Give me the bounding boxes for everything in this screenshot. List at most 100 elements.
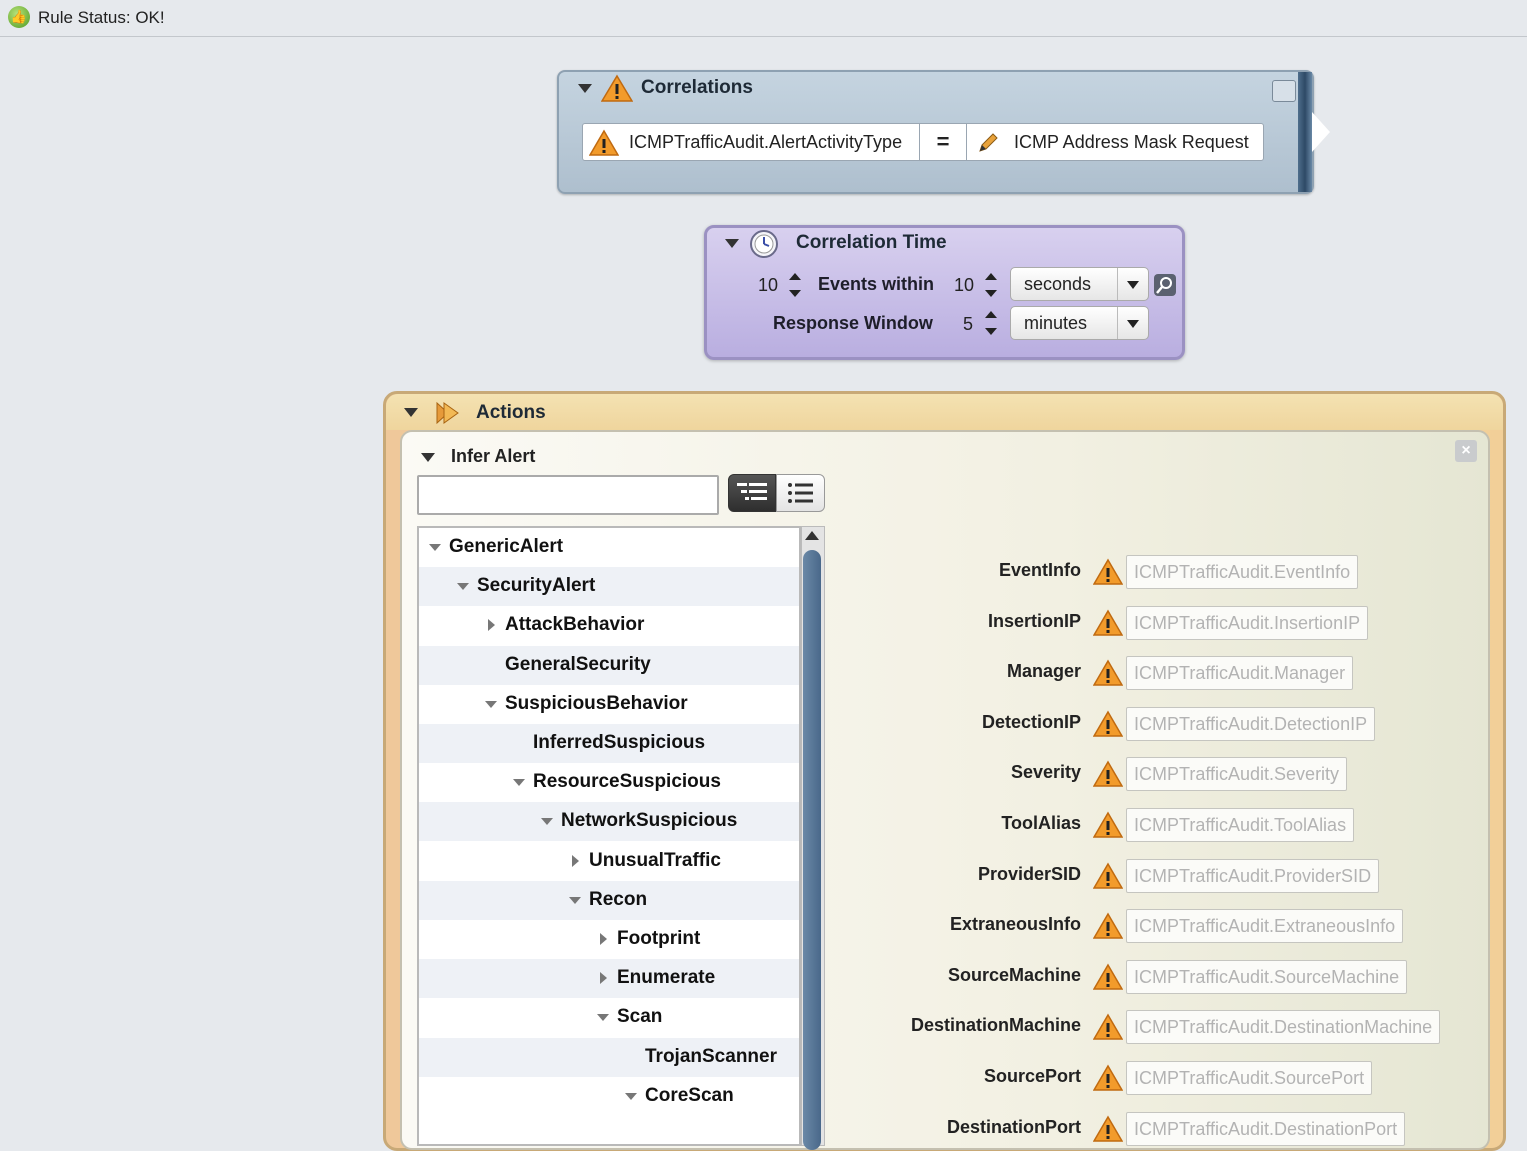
events-within-label: Events within <box>818 274 935 294</box>
warning-icon <box>1093 963 1123 990</box>
tree-node[interactable]: GenericAlert <box>419 528 799 567</box>
tree-node[interactable]: SuspiciousBehavior <box>419 685 799 724</box>
tree-node[interactable]: CoreScan <box>419 1077 799 1116</box>
chevron-down-icon[interactable] <box>485 700 497 708</box>
within-unit-select[interactable]: seconds <box>1010 267 1149 301</box>
events-count[interactable]: 10 <box>758 275 778 296</box>
field-value-input[interactable]: ICMPTrafficAudit.ProviderSID <box>1126 858 1380 893</box>
tree-node[interactable]: SecurityAlert <box>419 567 799 607</box>
field-value-input[interactable]: ICMPTrafficAudit.ExtraneousInfo <box>1126 909 1404 944</box>
chevron-down-icon[interactable] <box>457 583 469 591</box>
tree-node-label: GeneralSecurity <box>505 653 651 675</box>
divider <box>966 124 967 160</box>
tree-node-label: AttackBehavior <box>505 614 645 636</box>
warning-icon <box>1093 912 1123 939</box>
field-value-input[interactable]: ICMPTrafficAudit.SourcePort <box>1126 1061 1373 1095</box>
tree-node-label: TrojanScanner <box>645 1045 777 1067</box>
tree-node[interactable]: ResourceSuspicious <box>419 763 799 802</box>
tree-node[interactable]: NetworkSuspicious <box>419 802 799 842</box>
response-unit-select[interactable]: minutes <box>1010 306 1149 340</box>
tree-node[interactable]: Scan <box>419 998 799 1037</box>
chevron-down-icon[interactable] <box>1117 307 1148 339</box>
operator-button[interactable]: = <box>920 124 966 160</box>
tree-node[interactable]: Recon <box>419 880 799 920</box>
field-value-input[interactable]: ICMPTrafficAudit.ToolAlias <box>1126 808 1355 842</box>
response-value-stepper[interactable] <box>985 311 997 335</box>
tree-view-button[interactable] <box>728 474 776 512</box>
chevron-right-icon[interactable] <box>572 854 579 867</box>
tree-node-label: GenericAlert <box>449 536 564 557</box>
field-value-input[interactable]: ICMPTrafficAudit.EventInfo <box>1126 555 1359 589</box>
field-value-input[interactable]: ICMPTrafficAudit.Manager <box>1126 656 1354 691</box>
tree-node-label: Enumerate <box>617 967 716 989</box>
close-icon[interactable]: × <box>1455 440 1477 462</box>
field-value-input[interactable]: ICMPTrafficAudit.DestinationMachine <box>1126 1010 1441 1045</box>
field-value-input[interactable]: ICMPTrafficAudit.DetectionIP <box>1126 706 1376 741</box>
field-label: DestinationPort <box>946 1116 1081 1137</box>
correlation-expression[interactable]: ICMPTrafficAudit.AlertActivityType = ICM… <box>582 123 1264 161</box>
events-count-stepper[interactable] <box>789 273 801 297</box>
field-value-input[interactable]: ICMPTrafficAudit.SourceMachine <box>1126 959 1408 994</box>
actions-title: Actions <box>476 402 546 423</box>
scroll-up-icon[interactable] <box>805 531 819 540</box>
tree-node[interactable]: GeneralSecurity <box>419 645 799 685</box>
warning-icon <box>1093 862 1123 889</box>
tree-node[interactable]: Footprint <box>419 920 799 959</box>
expand-window-icon[interactable] <box>1272 80 1296 102</box>
field-value-input[interactable]: ICMPTrafficAudit.DestinationPort <box>1126 1111 1406 1146</box>
left-operand[interactable]: ICMPTrafficAudit.AlertActivityType <box>629 124 902 160</box>
chevron-down-icon[interactable] <box>625 1092 637 1100</box>
response-window-label: Response Window <box>773 313 933 333</box>
chevron-down-icon[interactable] <box>1117 268 1148 300</box>
tree-node[interactable]: AttackBehavior <box>419 606 799 645</box>
collapse-actions-icon[interactable] <box>404 408 418 417</box>
chevron-right-icon[interactable] <box>600 933 607 945</box>
within-value[interactable]: 10 <box>954 275 974 296</box>
tree-node[interactable]: Enumerate <box>419 959 799 999</box>
warning-icon <box>1093 710 1123 737</box>
tree-node-label: Scan <box>617 1006 663 1028</box>
field-label: EventInfo <box>998 560 1081 580</box>
chevron-right-icon[interactable] <box>488 619 495 632</box>
tree-node[interactable]: TrojanScanner <box>419 1037 799 1077</box>
field-label: DestinationMachine <box>910 1015 1081 1036</box>
thumbs-up-icon: 👍 <box>8 6 30 28</box>
field-label: SourcePort <box>983 1066 1081 1086</box>
within-value-stepper[interactable] <box>985 273 997 297</box>
collapse-time-icon[interactable] <box>725 239 739 248</box>
tree-node-label: InferredSuspicious <box>533 732 706 753</box>
collapse-correlations-icon[interactable] <box>578 84 592 93</box>
field-label: Manager <box>1006 661 1081 682</box>
list-view-button[interactable] <box>776 474 825 512</box>
warning-icon <box>1093 1013 1123 1041</box>
field-label: Severity <box>1010 762 1081 783</box>
tree-node[interactable]: UnusualTraffic <box>419 842 799 881</box>
warning-icon <box>1093 1064 1123 1091</box>
chevron-down-icon[interactable] <box>513 779 525 787</box>
tree-node-label: Footprint <box>617 928 701 949</box>
response-value[interactable]: 5 <box>963 314 973 335</box>
field-label: SourceMachine <box>947 964 1081 985</box>
chevron-down-icon[interactable] <box>569 896 581 904</box>
settings-gear-icon[interactable] <box>1153 273 1177 297</box>
pencil-icon <box>979 133 998 152</box>
tree-node[interactable]: InferredSuspicious <box>419 724 799 763</box>
tree-node-label: Recon <box>589 888 648 910</box>
collapse-infer-alert-icon[interactable] <box>421 453 435 462</box>
field-value-input[interactable]: ICMPTrafficAudit.InsertionIP <box>1126 605 1369 640</box>
chevron-down-icon[interactable] <box>541 818 553 826</box>
chevron-down-icon[interactable] <box>429 544 441 551</box>
connector-arrow-icon <box>1312 112 1330 152</box>
chevron-down-icon[interactable] <box>597 1014 609 1022</box>
alert-type-tree: GenericAlert SecurityAlert AttackBehavior G… <box>417 526 801 1146</box>
right-operand[interactable]: ICMP Address Mask Request <box>1014 124 1249 160</box>
actions-header <box>386 394 1503 430</box>
field-value-input[interactable]: ICMPTrafficAudit.Severity <box>1126 757 1348 792</box>
status-bar <box>0 0 1527 37</box>
scrollbar-thumb[interactable] <box>803 550 821 1150</box>
chevron-right-icon[interactable] <box>600 972 607 985</box>
field-label: ExtraneousInfo <box>949 914 1081 935</box>
field-label: ToolAlias <box>1001 813 1081 833</box>
field-label: DetectionIP <box>981 711 1081 732</box>
alert-search-input[interactable] <box>417 475 719 515</box>
